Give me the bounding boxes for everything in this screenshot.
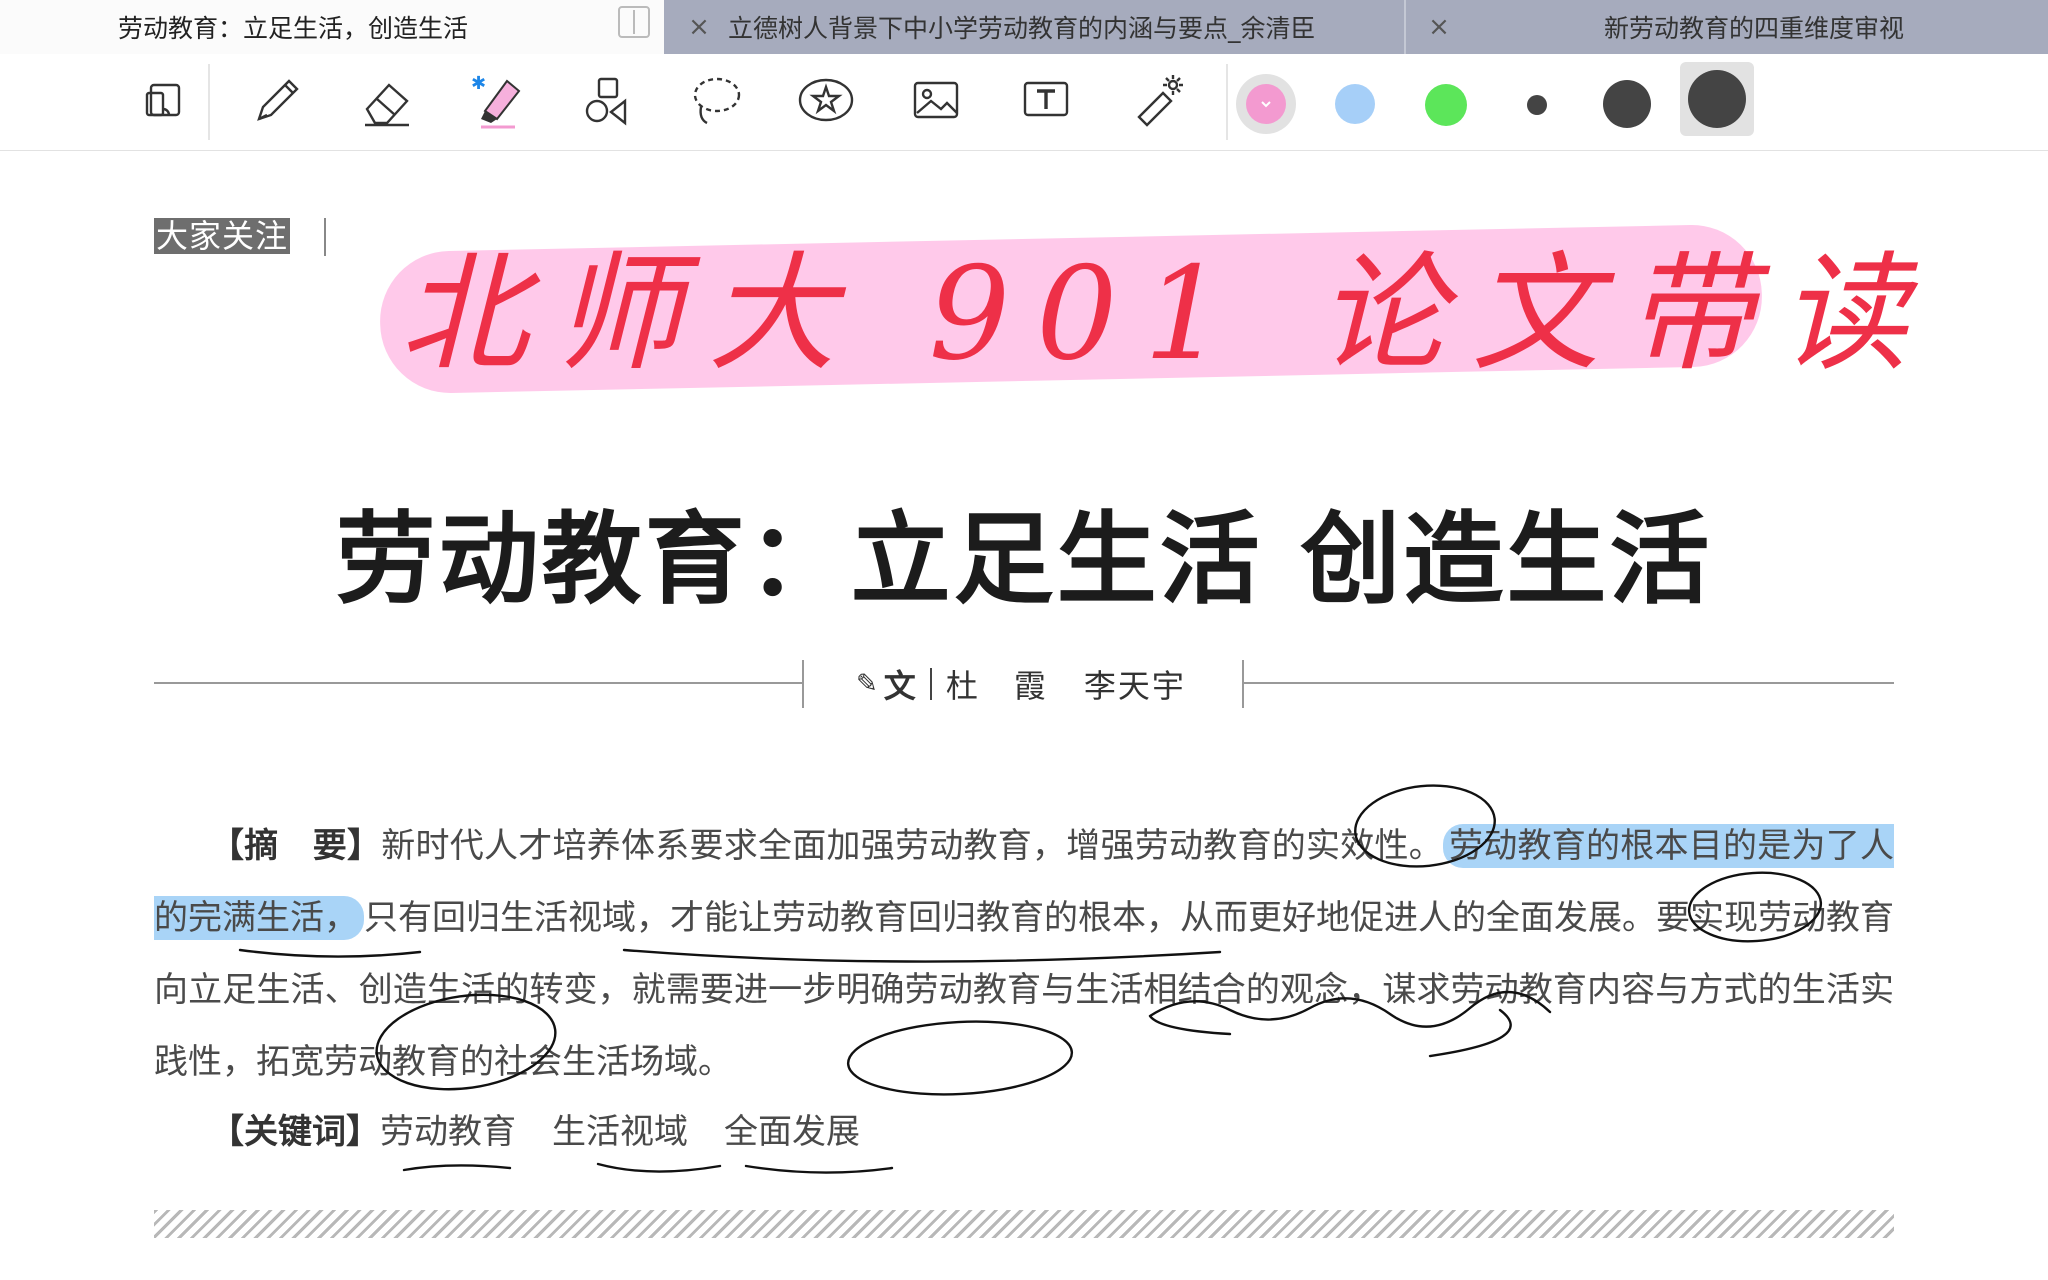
tab-inactive[interactable]: × 新劳动教育的四重维度审视 <box>1404 0 2048 54</box>
column-tag-bar <box>324 218 326 256</box>
divider <box>1242 660 1244 708</box>
author-name: 李天宇 <box>1083 667 1186 705</box>
divider <box>802 660 804 708</box>
keyword: 生活视域 <box>552 1112 688 1152</box>
byline: ✎ 文 杜 霞 李天宇 <box>856 662 1186 706</box>
stroke-size-small[interactable] <box>1527 95 1547 115</box>
toolbar-divider <box>1226 64 1228 140</box>
abstract-text: 只有回归生活视域，才能让劳动教育回归教育的根本，从而更好地促进人的全面发展。要实… <box>154 898 1894 1082</box>
keywords-label: 【关键词】 <box>210 1112 380 1152</box>
lasso-icon[interactable] <box>684 68 748 132</box>
image-icon[interactable] <box>904 68 968 132</box>
byline-prefix: 文 <box>883 667 916 705</box>
close-icon[interactable]: × <box>684 12 714 42</box>
sticker-icon[interactable] <box>794 68 858 132</box>
text-box-icon[interactable] <box>1014 68 1078 132</box>
eraser-icon[interactable] <box>354 68 418 132</box>
page-layout-icon[interactable] <box>134 68 198 132</box>
keyword: 劳动教育 <box>380 1112 516 1152</box>
close-icon[interactable]: × <box>1424 12 1454 42</box>
divider <box>1244 682 1894 684</box>
pencil-icon[interactable] <box>244 68 308 132</box>
abstract-paragraph[interactable]: 【摘 要】新时代人才培养体系要求全面加强劳动教育，增强劳动教育的实效性。 劳动教育… <box>154 810 1894 1098</box>
toolbar-divider <box>208 64 210 140</box>
stroke-size-medium[interactable] <box>1603 80 1651 128</box>
column-tag: 大家关注 <box>154 217 291 255</box>
hatched-divider <box>154 1210 1894 1238</box>
color-swatch-green[interactable] <box>1425 84 1467 126</box>
tab-label: 立德树人背景下中小学劳动教育的内涵与要点_余清臣 <box>728 14 1316 43</box>
chevron-down-icon <box>1261 101 1271 108</box>
author-name: 杜 霞 <box>945 667 1048 705</box>
keyword: 全面发展 <box>724 1112 860 1152</box>
split-view-icon[interactable] <box>618 6 650 38</box>
abstract-label: 【摘 要】 <box>210 826 382 866</box>
tab-active[interactable]: 劳动教育：立足生活，创造生活 <box>0 0 664 54</box>
divider <box>154 682 804 684</box>
tab-bar: 劳动教育：立足生活，创造生活 × 立德树人背景下中小学劳动教育的内涵与要点_余清… <box>0 0 2048 54</box>
laser-pointer-icon[interactable] <box>1124 68 1188 132</box>
shapes-icon[interactable] <box>574 68 638 132</box>
svg-text:✱: ✱ <box>471 73 486 94</box>
color-swatch-blue[interactable] <box>1335 84 1375 124</box>
color-swatch-pink[interactable] <box>1246 84 1286 124</box>
handwritten-note: 北师大 901 论文带读 <box>400 240 1934 389</box>
pen-icon: ✎ <box>856 669 878 699</box>
byline-separator <box>929 668 932 700</box>
tab-inactive[interactable]: × 立德树人背景下中小学劳动教育的内涵与要点_余清臣 <box>664 0 1404 54</box>
tab-label: 劳动教育：立足生活，创造生活 <box>118 14 469 43</box>
abstract-text: 新时代人才培养体系要求全面加强劳动教育，增强劳动教育的实效性。 <box>381 826 1443 866</box>
tab-label: 新劳动教育的四重维度审视 <box>1604 14 1905 43</box>
stroke-size-large[interactable] <box>1688 70 1746 128</box>
keywords-row: 【关键词】劳动教育 生活视域 全面发展 <box>210 1096 896 1168</box>
page-title: 劳动教育：立足生活 创造生活 <box>335 501 1713 618</box>
highlighter-icon[interactable]: ✱ <box>464 68 528 132</box>
annotation-toolbar: ✱ <box>0 54 2048 151</box>
